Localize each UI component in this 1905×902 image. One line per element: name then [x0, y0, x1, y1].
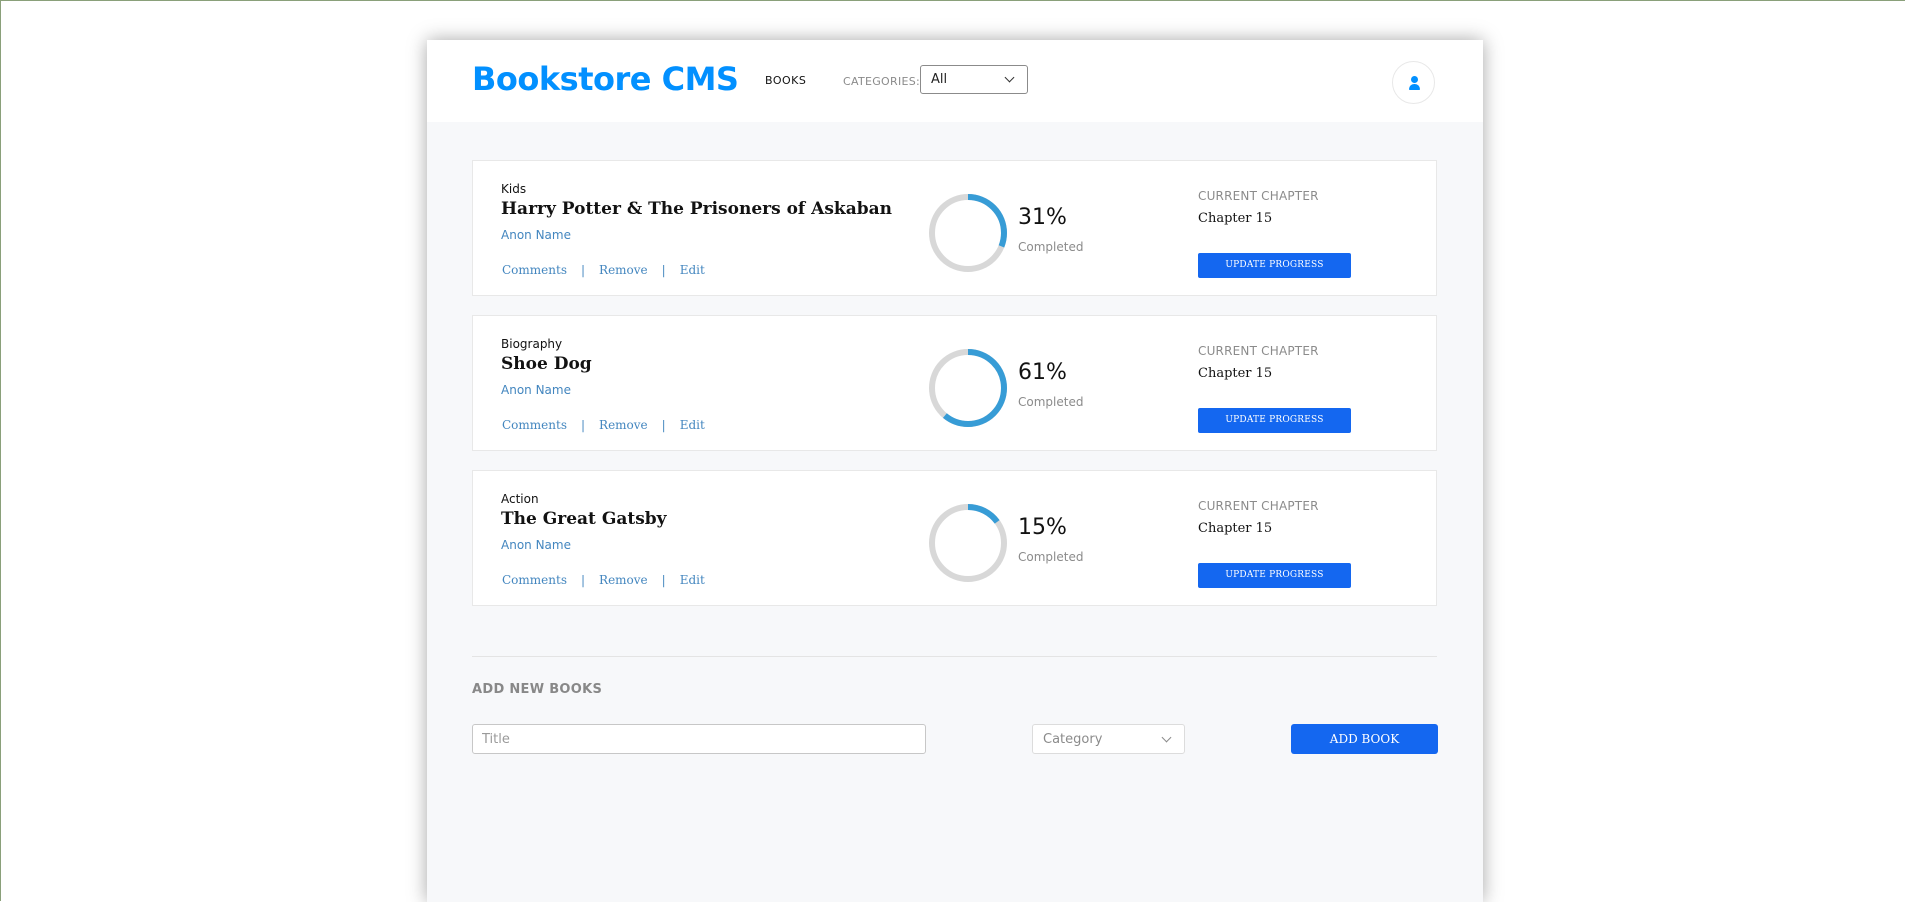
- section-divider: [472, 656, 1437, 657]
- progress-ring: [929, 194, 1007, 272]
- action-divider: |: [580, 573, 586, 587]
- book-title: Harry Potter & The Prisoners of Askaban: [501, 199, 892, 219]
- progress-percent: 61%: [1018, 360, 1067, 385]
- book-author[interactable]: Anon Name: [501, 228, 571, 242]
- logo[interactable]: Bookstore CMS: [472, 60, 739, 98]
- comments-button[interactable]: Comments: [502, 573, 567, 587]
- header: Bookstore CMS BOOKS CATEGORIES: All: [427, 40, 1483, 122]
- book-author[interactable]: Anon Name: [501, 538, 571, 552]
- book-card: Biography Shoe Dog Anon Name Comments | Re…: [472, 315, 1437, 451]
- completed-label: Completed: [1018, 550, 1084, 564]
- progress-percent: 31%: [1018, 205, 1067, 230]
- remove-button[interactable]: Remove: [599, 263, 648, 277]
- book-actions: Comments | Remove | Edit: [502, 418, 705, 432]
- comments-button[interactable]: Comments: [502, 418, 567, 432]
- progress-percent: 15%: [1018, 515, 1067, 540]
- current-chapter-value: Chapter 15: [1198, 521, 1273, 536]
- book-title: The Great Gatsby: [501, 509, 667, 529]
- action-divider: |: [580, 263, 586, 277]
- book-card: Kids Harry Potter & The Prisoners of Ask…: [472, 160, 1437, 296]
- categories-select-value: All: [931, 72, 948, 87]
- book-genre: Action: [501, 492, 539, 506]
- category-select-placeholder: Category: [1043, 732, 1103, 747]
- book-actions: Comments | Remove | Edit: [502, 263, 705, 277]
- progress-ring: [929, 349, 1007, 427]
- current-chapter-value: Chapter 15: [1198, 366, 1273, 381]
- title-input[interactable]: [472, 724, 926, 754]
- book-author[interactable]: Anon Name: [501, 383, 571, 397]
- progress-ring: [929, 504, 1007, 582]
- book-genre: Biography: [501, 337, 563, 351]
- add-book-button[interactable]: ADD BOOK: [1291, 724, 1438, 754]
- update-progress-button[interactable]: UPDATE PROGRESS: [1198, 563, 1351, 588]
- edit-button[interactable]: Edit: [680, 263, 705, 277]
- categories-label: CATEGORIES:: [843, 75, 921, 88]
- categories-select[interactable]: All: [920, 65, 1028, 94]
- comments-button[interactable]: Comments: [502, 263, 567, 277]
- chevron-down-icon: [1004, 72, 1015, 83]
- remove-button[interactable]: Remove: [599, 573, 648, 587]
- action-divider: |: [661, 418, 666, 432]
- current-chapter-label: CURRENT CHAPTER: [1198, 189, 1319, 203]
- current-chapter-label: CURRENT CHAPTER: [1198, 344, 1319, 358]
- current-chapter-value: Chapter 15: [1198, 211, 1273, 226]
- category-select[interactable]: Category: [1032, 724, 1185, 754]
- add-book-heading: ADD NEW BOOKS: [472, 682, 603, 697]
- book-genre: Kids: [501, 182, 527, 196]
- current-chapter-label: CURRENT CHAPTER: [1198, 499, 1319, 513]
- book-actions: Comments | Remove | Edit: [502, 573, 705, 587]
- app-panel: Bookstore CMS BOOKS CATEGORIES: All Kids…: [427, 40, 1483, 902]
- chevron-down-icon: [1161, 732, 1172, 743]
- remove-button[interactable]: Remove: [599, 418, 648, 432]
- action-divider: |: [661, 263, 666, 277]
- book-card: Action The Great Gatsby Anon Name Commen…: [472, 470, 1437, 606]
- nav-books-link[interactable]: BOOKS: [765, 74, 806, 87]
- action-divider: |: [661, 573, 666, 587]
- user-button[interactable]: [1392, 61, 1435, 104]
- action-divider: |: [580, 418, 586, 432]
- completed-label: Completed: [1018, 395, 1084, 409]
- edit-button[interactable]: Edit: [680, 418, 705, 432]
- completed-label: Completed: [1018, 240, 1084, 254]
- update-progress-button[interactable]: UPDATE PROGRESS: [1198, 408, 1351, 433]
- update-progress-button[interactable]: UPDATE PROGRESS: [1198, 253, 1351, 278]
- book-title: Shoe Dog: [501, 354, 592, 374]
- edit-button[interactable]: Edit: [680, 573, 705, 587]
